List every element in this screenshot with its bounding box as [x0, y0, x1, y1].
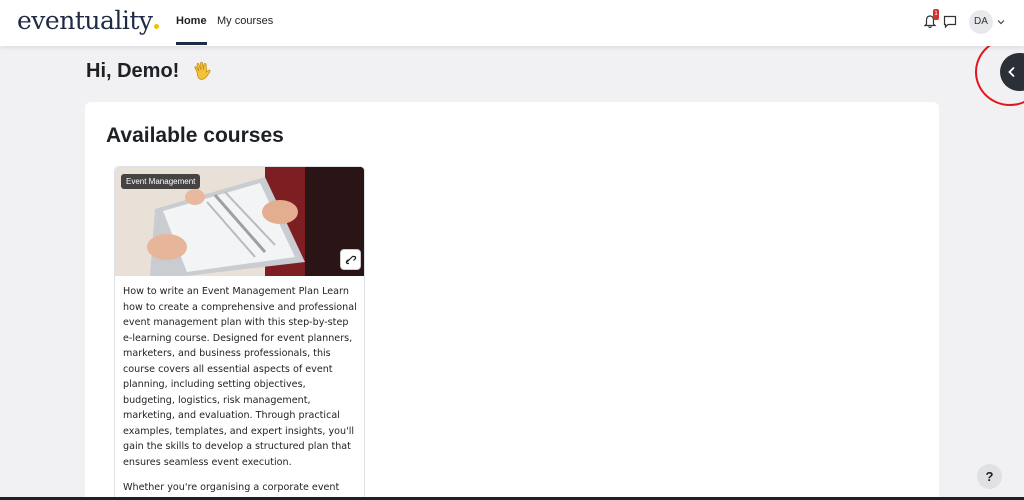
- course-image[interactable]: Event Management: [115, 167, 364, 276]
- page-greeting: Hi, Demo!: [86, 60, 180, 82]
- top-navbar: eventuality Home My courses 1 DA: [0, 0, 1024, 46]
- waving-hand-icon: [194, 61, 211, 80]
- course-card[interactable]: Event Management How to write an Event M…: [114, 166, 365, 500]
- highlight-ring: [975, 38, 1024, 106]
- notification-count-badge: 1: [933, 9, 939, 20]
- course-description: How to write an Event Management Plan Le…: [123, 284, 359, 500]
- help-button[interactable]: ?: [977, 464, 1002, 489]
- link-icon: [345, 255, 357, 265]
- section-title: Available courses: [106, 124, 284, 147]
- course-description-paragraph: Whether you're organising a corporate ev…: [123, 482, 340, 493]
- brand-name: eventuality: [17, 6, 153, 35]
- course-category-badge: Event Management: [121, 174, 201, 189]
- chevron-down-icon[interactable]: [997, 18, 1005, 26]
- nav-link-home[interactable]: Home: [176, 15, 207, 45]
- brand-logo[interactable]: eventuality: [17, 6, 159, 35]
- nav-link-my-courses[interactable]: My courses: [217, 15, 273, 27]
- user-avatar[interactable]: DA: [969, 10, 993, 34]
- course-description-paragraph: How to write an Event Management Plan Le…: [123, 286, 357, 468]
- brand-dot: [153, 24, 159, 29]
- chat-icon[interactable]: [943, 15, 957, 29]
- course-options-button[interactable]: [340, 249, 361, 270]
